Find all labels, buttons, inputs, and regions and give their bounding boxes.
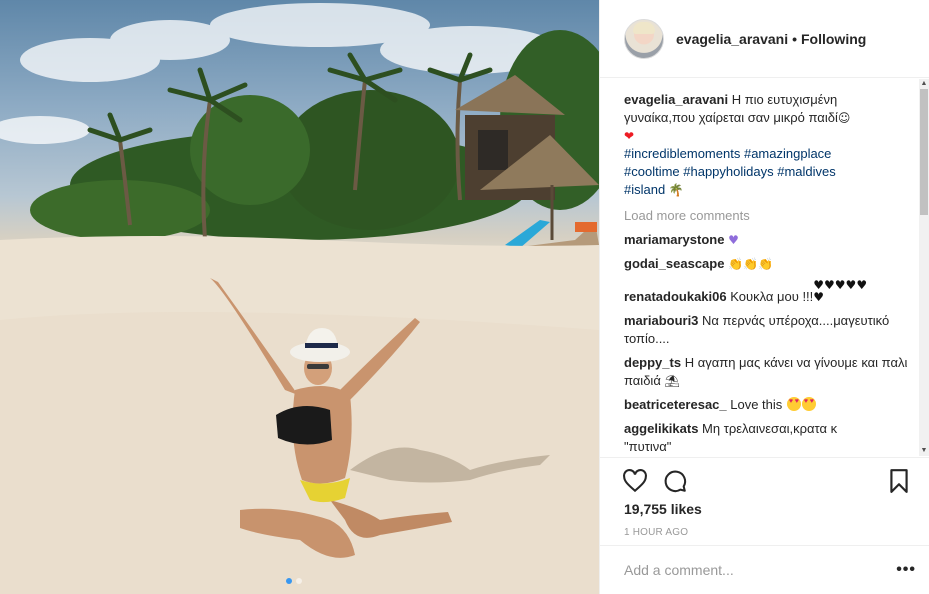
post-actions: 19,755 likes 1 HOUR AGO	[600, 457, 929, 545]
heart-eyes-icon	[786, 397, 801, 411]
comment-item: deppy_ts Η αγαπη μας κάνει να γίνουμε κα…	[624, 354, 908, 390]
comment-username[interactable]: mariabouri3	[624, 313, 698, 328]
comment-text: Κουκλα μου !!!	[726, 289, 814, 304]
post-photo[interactable]	[0, 0, 599, 594]
comments-scrollbar[interactable]: ▲ ▼	[919, 79, 929, 456]
purple-heart-icon: ♥	[728, 233, 739, 247]
scroll-up-icon[interactable]: ▲	[920, 80, 928, 88]
comment-item: godai_seascape 👏👏👏	[624, 255, 908, 273]
following-button[interactable]: Following	[801, 31, 866, 47]
comment-item: aggelikikats Μη τρελαινεσαι,κρατα κ "πυτ…	[624, 420, 908, 456]
heart-eyes-icon	[801, 397, 816, 411]
load-more-comments-button[interactable]: Load more comments	[624, 207, 908, 225]
comment-bubble-icon[interactable]	[662, 468, 688, 494]
post-header: evagelia_aravani • Following	[600, 0, 929, 78]
avatar[interactable]	[624, 18, 664, 59]
heart-outline-icon[interactable]	[622, 468, 648, 494]
more-options-icon[interactable]: •••	[896, 561, 916, 579]
comment-username[interactable]: renatadoukaki06	[624, 289, 727, 304]
scroll-down-icon[interactable]: ▼	[920, 447, 928, 455]
comment-username[interactable]: godai_seascape	[624, 256, 724, 271]
likes-count[interactable]: 19,755 likes	[624, 501, 702, 517]
comment-item: mariamarystone ♥	[624, 231, 908, 249]
comment-username[interactable]: deppy_ts	[624, 355, 681, 370]
post-timestamp[interactable]: 1 HOUR AGO	[624, 527, 688, 538]
comment-username[interactable]: mariamarystone	[624, 232, 724, 247]
caption-username[interactable]: evagelia_aravani	[624, 92, 728, 107]
carousel-dot[interactable]	[296, 578, 302, 584]
comment-item: mariabouri3 Να περνάς υπέροχα....μαγευτι…	[624, 312, 908, 348]
post-side-panel: evagelia_aravani • Following evagelia_ar…	[599, 0, 929, 594]
comment-text: Μη τρελαινεσαι,κρατα κ	[698, 421, 838, 436]
red-heart-icon: ❤	[624, 129, 635, 143]
comment-item: beatriceteresac_ Love this	[624, 396, 908, 414]
bookmark-icon[interactable]	[886, 468, 912, 494]
hashtag-cooltime[interactable]: #cooltime	[624, 164, 680, 179]
post-caption: evagelia_aravani Η πιο ευτυχισμένη γυναί…	[624, 91, 908, 199]
add-comment-bar: •••	[600, 545, 929, 594]
comment-text-continued: "πυτινα"	[624, 439, 672, 454]
carousel-indicator	[286, 578, 302, 584]
comment-item: renatadoukaki06 Κουκλα μου !!!♥♥♥♥♥ ♥	[624, 279, 908, 306]
hashtag-incrediblemoments[interactable]: #incrediblemoments	[624, 146, 740, 161]
header-username[interactable]: evagelia_aravani	[676, 31, 788, 47]
comment-text: Love this	[726, 397, 783, 412]
beach-scene-illustration	[0, 3, 599, 594]
add-comment-input[interactable]	[624, 562, 897, 578]
comment-username[interactable]: aggelikikats	[624, 421, 698, 436]
beach-umbrella-icon: ⛱	[664, 374, 680, 388]
palm-tree-icon: 🌴	[668, 183, 684, 197]
hashtag-amazingplace[interactable]: #amazingplace	[744, 146, 831, 161]
hashtag-happyholidays[interactable]: #happyholidays	[683, 164, 773, 179]
hashtag-island[interactable]: #island	[624, 182, 665, 197]
clapping-hands-icon: 👏👏👏	[728, 257, 773, 271]
carousel-dot-active[interactable]	[286, 578, 292, 584]
black-hearts-icon: ♥♥♥♥♥ ♥	[813, 278, 868, 304]
header-separator: •	[792, 30, 797, 47]
smiley-icon: ☺	[837, 111, 851, 125]
comments-list[interactable]: evagelia_aravani Η πιο ευτυχισμένη γυναί…	[600, 79, 929, 456]
comment-username[interactable]: beatriceteresac_	[624, 397, 727, 412]
hashtag-maldives[interactable]: #maldives	[777, 164, 836, 179]
scrollbar-thumb[interactable]	[920, 89, 928, 215]
